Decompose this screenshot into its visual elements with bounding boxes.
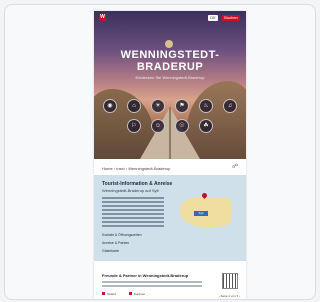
category-icon-1[interactable]: ◉ <box>103 99 117 113</box>
category-icon-4[interactable]: ⚑ <box>175 99 189 113</box>
category-icon-6[interactable]: ♫ <box>223 99 237 113</box>
info-subtitle: Wenningstedt-Braderup auf Sylt <box>102 188 159 193</box>
category-icon-5[interactable]: ♨ <box>199 99 213 113</box>
language-button[interactable]: DE <box>208 15 218 21</box>
site-logo[interactable]: W <box>99 14 106 21</box>
partners-tags: Strand Nordsee <box>102 292 157 296</box>
info-title: Tourist-Information & Anreise <box>102 181 173 187</box>
map-badge: Sylt <box>194 211 208 216</box>
category-icon-8[interactable]: ☺ <box>151 119 165 133</box>
pagination[interactable]: ‹ Seite 1 von 3 › <box>219 294 240 298</box>
category-icon-7[interactable]: ⚐ <box>127 119 141 133</box>
boardwalk-line <box>169 107 171 159</box>
category-icon-10[interactable]: ☘ <box>199 119 213 133</box>
web-page: W DE Buchen WENNINGSTEDT- BRADERUP Entde… <box>94 11 246 299</box>
info-text <box>102 197 164 229</box>
info-link-travel[interactable]: Anreise & Parken <box>102 239 164 247</box>
info-link-contact[interactable]: Kontakt & Öffnungszeiten <box>102 231 164 239</box>
category-icon-3[interactable]: ☀ <box>151 99 165 113</box>
hero-section: W DE Buchen WENNINGSTEDT- BRADERUP Entde… <box>94 11 246 159</box>
category-icons-row-2: ⚐ ☺ ☉ ☘ <box>94 119 246 133</box>
category-icon-9[interactable]: ☉ <box>175 119 189 133</box>
tag-item[interactable]: Strand <box>102 292 116 296</box>
island-map[interactable]: Sylt <box>174 189 240 231</box>
info-links: Kontakt & Öffnungszeiten Anreise & Parke… <box>102 231 164 255</box>
hero-subtitle: Entdecken Sie Wenningstedt-Braderup <box>135 75 205 80</box>
browser-card: W DE Buchen WENNINGSTEDT- BRADERUP Entde… <box>4 4 316 300</box>
info-panel: Tourist-Information & Anreise Wenningste… <box>94 175 246 261</box>
qr-code-icon <box>222 273 238 289</box>
category-icon-2[interactable]: ⌂ <box>127 99 141 113</box>
book-button[interactable]: Buchen <box>222 15 240 21</box>
info-link-guestcard[interactable]: Gästekarte <box>102 247 164 255</box>
top-bar: W DE Buchen <box>94 11 246 25</box>
category-icons-row-1: ◉ ⌂ ☀ ⚑ ♨ ♫ <box>94 99 246 113</box>
tag-item[interactable]: Nordsee <box>128 292 145 296</box>
partners-heading: Freunde & Partner in Wenningstedt-Brader… <box>102 273 189 278</box>
partners-text <box>102 281 202 289</box>
breadcrumb[interactable]: Home › Insel › Wenningstedt-Braderup <box>102 166 222 171</box>
page-title: WENNINGSTEDT- BRADERUP <box>120 49 220 73</box>
crest-icon <box>165 40 173 48</box>
share-icon[interactable]: ☍ <box>232 164 240 170</box>
